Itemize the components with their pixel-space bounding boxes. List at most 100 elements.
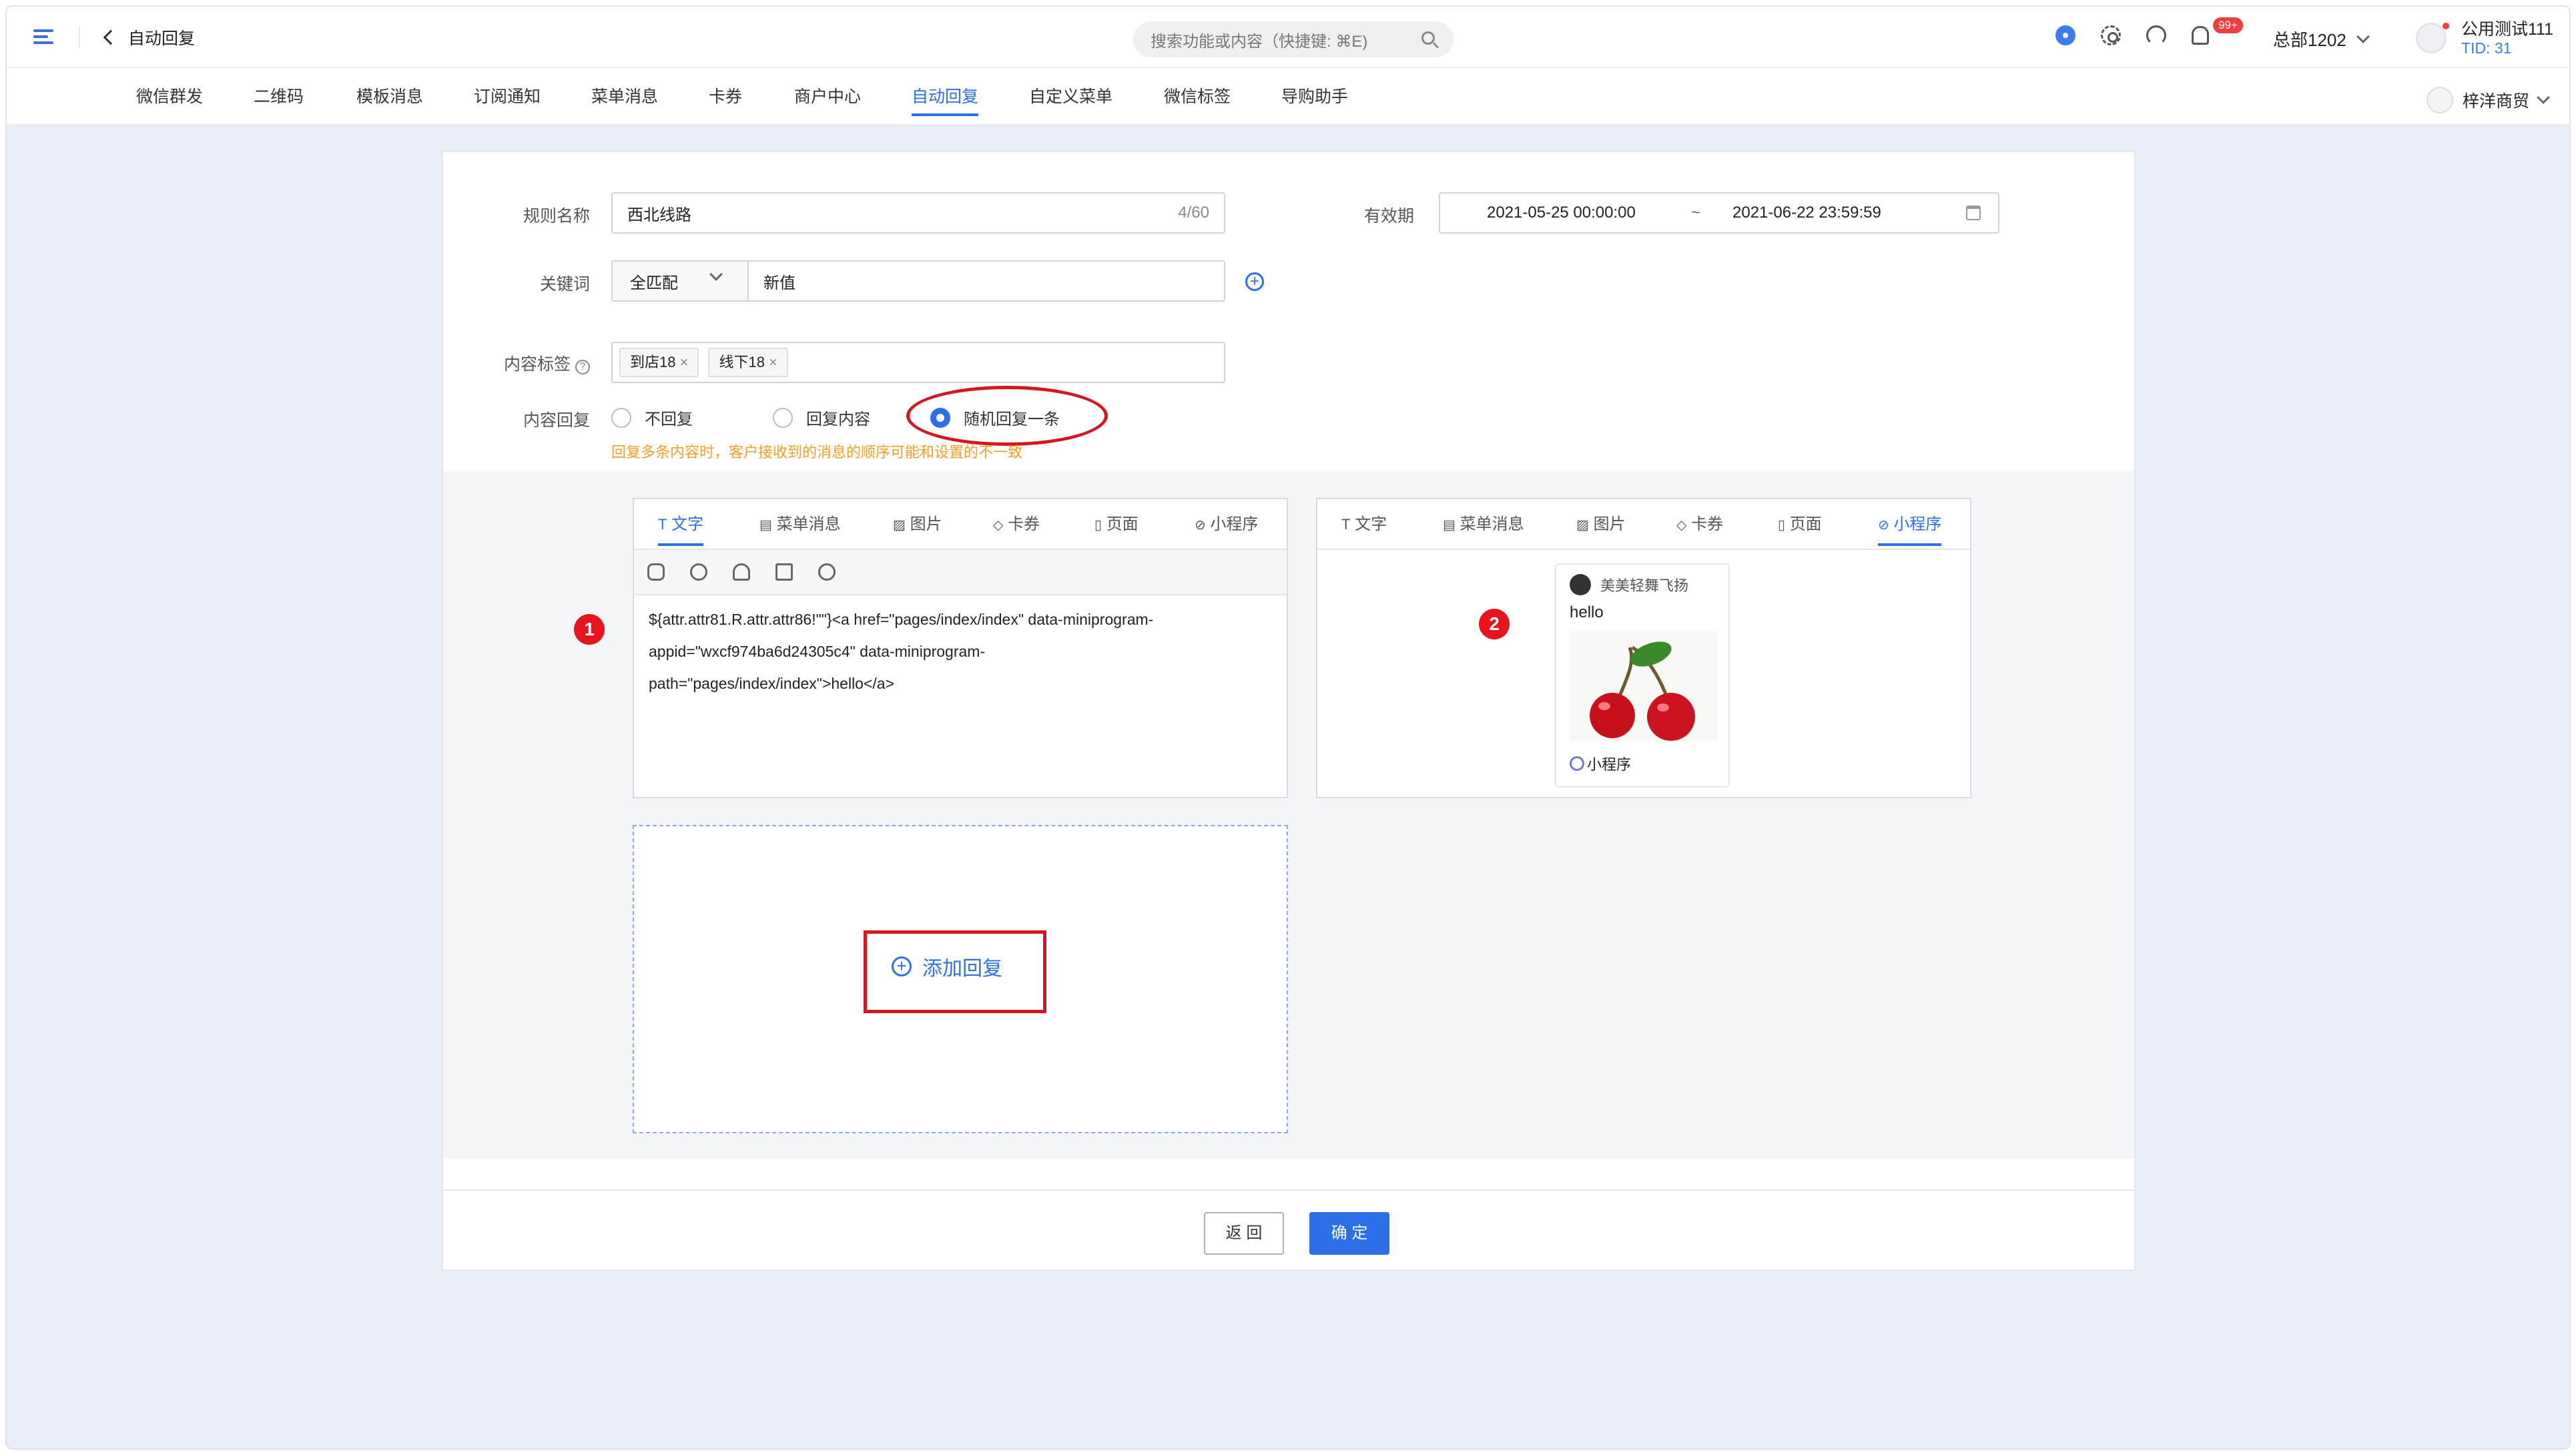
hamburger-menu-icon[interactable] xyxy=(33,27,53,47)
search-icon[interactable] xyxy=(1421,31,1435,45)
tab-text[interactable]: T 文字 xyxy=(1341,499,1387,550)
reply-hint: 回复多条内容时，客户接收到的消息的顺序可能和设置的不一致 xyxy=(611,444,1023,461)
notification-badge: 99+ xyxy=(2213,17,2243,33)
back-action-button[interactable]: 返 回 xyxy=(1204,1212,1284,1255)
tab-text[interactable]: T 文字 xyxy=(658,499,704,550)
annotation-ellipse xyxy=(906,386,1108,446)
settings-gear-icon[interactable] xyxy=(2101,25,2121,45)
miniprogram-icon xyxy=(1570,756,1584,771)
confirm-button[interactable]: 确 定 xyxy=(1309,1212,1389,1255)
nav-tab-custom-menu[interactable]: 自定义菜单 xyxy=(1029,68,1112,125)
reply-type-tabs: T 文字 ▤ 菜单消息 ▨ 图片 ◇ 卡券 ▯ 页面 ⊘ 小程序 xyxy=(1317,499,1970,550)
nav-tab-qrcode[interactable]: 二维码 xyxy=(254,68,304,125)
reply-card-miniprogram: T 文字 ▤ 菜单消息 ▨ 图片 ◇ 卡券 ▯ 页面 ⊘ 小程序 美美轻舞飞扬 … xyxy=(1316,498,1971,798)
content-tags-input[interactable]: 到店18 × 线下18 × xyxy=(611,342,1225,383)
mp-footer: 小程序 xyxy=(1570,753,1631,774)
rule-name-input[interactable]: 西北线路 4/60 xyxy=(611,192,1225,234)
tab-miniprogram[interactable]: ⊘ 小程序 xyxy=(1195,499,1258,550)
tab-miniprogram[interactable]: ⊘ 小程序 xyxy=(1878,499,1942,550)
nav-tab-group-send[interactable]: 微信群发 xyxy=(136,68,203,125)
nav-tab-merchant[interactable]: 商户中心 xyxy=(794,68,861,125)
calendar-icon[interactable] xyxy=(1966,206,1981,220)
tab-page[interactable]: ▯ 页面 xyxy=(1778,499,1822,550)
validity-label: 有效期 xyxy=(1364,207,1415,226)
tab-coupon[interactable]: ◇ 卡券 xyxy=(1676,499,1723,550)
radio-label: 回复内容 xyxy=(806,410,870,428)
org-switcher[interactable]: 总部1202 xyxy=(2273,27,2370,51)
tab-page[interactable]: ▯ 页面 xyxy=(1094,499,1139,550)
search-box[interactable]: 搜索功能或内容（快捷键: ⌘E) xyxy=(1133,21,1454,57)
radio-circle xyxy=(773,407,793,428)
status-dot xyxy=(2443,23,2449,29)
tab-menu-msg[interactable]: ▤ 菜单消息 xyxy=(1443,499,1524,550)
add-keyword-icon[interactable]: + xyxy=(1245,272,1264,291)
mp-header: 美美轻舞飞扬 xyxy=(1570,574,1688,595)
rule-name-label: 规则名称 xyxy=(523,207,590,226)
radio-no-reply[interactable]: 不回复 xyxy=(611,406,693,429)
nav-tab-coupons[interactable]: 卡券 xyxy=(709,68,742,125)
divider xyxy=(79,27,80,48)
rule-name-value: 西北线路 xyxy=(627,206,691,224)
text-editor[interactable]: ${attr.attr81.R.attr.attr86!""}<a href="… xyxy=(649,603,1276,699)
tab-coupon[interactable]: ◇ 卡券 xyxy=(993,499,1040,550)
chevron-left-icon xyxy=(103,29,119,45)
chevron-down-icon xyxy=(709,268,723,281)
app-window: 自动回复 搜索功能或内容（快捷键: ⌘E) 99+ 总部1202 公用测试111… xyxy=(5,5,2571,1450)
tag-chip: 线下18 × xyxy=(708,348,788,377)
nav-tab-wechat-tags[interactable]: 微信标签 xyxy=(1164,68,1231,125)
chevron-down-icon xyxy=(2356,29,2370,43)
nav-tab-subscribe[interactable]: 订阅通知 xyxy=(474,68,541,125)
miniprogram-card-preview[interactable]: 美美轻舞飞扬 hello 小程序 xyxy=(1555,563,1730,788)
mp-footer-label: 小程序 xyxy=(1587,756,1632,773)
content-tags-label: 内容标签 ? xyxy=(470,351,590,375)
form-icon[interactable] xyxy=(775,563,793,581)
user-info[interactable]: 公用测试111 TID: 31 xyxy=(2461,20,2553,57)
char-counter: 4/60 xyxy=(1178,204,1209,222)
user-name: 公用测试111 xyxy=(2461,20,2554,39)
close-icon[interactable]: × xyxy=(680,354,689,370)
app-center-icon[interactable] xyxy=(2055,25,2075,45)
help-icon[interactable]: ? xyxy=(575,360,590,374)
nav-tab-template-msg[interactable]: 模板消息 xyxy=(356,68,423,125)
add-reply-dropzone[interactable]: + 添加回复 xyxy=(633,825,1288,1133)
notification-bell-icon[interactable] xyxy=(2192,26,2209,45)
reply-type-label: 内容回复 xyxy=(523,411,590,430)
nav-tab-shopping-guide[interactable]: 导购助手 xyxy=(1281,68,1348,125)
editor-toolbar xyxy=(634,550,1287,595)
tab-menu-msg[interactable]: ▤ 菜单消息 xyxy=(759,499,841,550)
link-icon[interactable] xyxy=(647,563,665,581)
date-range-picker[interactable]: 2021-05-25 00:00:00 ~ 2021-06-22 23:59:5… xyxy=(1439,192,1999,234)
back-button[interactable]: 自动回复 xyxy=(103,21,195,53)
store-switcher[interactable]: 梓洋商贸 xyxy=(2427,87,2550,113)
user-icon[interactable] xyxy=(733,563,750,581)
user-tid: TID: 31 xyxy=(2461,39,2512,57)
keyword-value: 新值 xyxy=(763,274,795,292)
store-logo xyxy=(2427,87,2453,113)
annotation-rectangle xyxy=(864,930,1046,1013)
nav-tab-menu-msg[interactable]: 菜单消息 xyxy=(591,68,658,125)
mp-title: hello xyxy=(1570,603,1604,621)
emoji-icon[interactable] xyxy=(818,563,836,581)
rule-editor-panel: 规则名称 西北线路 4/60 有效期 2021-05-25 00:00:00 ~… xyxy=(442,151,2136,1271)
tab-image[interactable]: ▨ 图片 xyxy=(893,499,942,550)
date-end: 2021-06-22 23:59:59 xyxy=(1732,204,1881,222)
match-type-select[interactable]: 全匹配 xyxy=(611,260,749,302)
mp-name: 美美轻舞飞扬 xyxy=(1600,577,1689,594)
close-icon[interactable]: × xyxy=(769,354,777,370)
mp-logo-icon xyxy=(1570,574,1591,595)
miniprogram-icon[interactable] xyxy=(690,563,707,581)
keyword-label: 关键词 xyxy=(539,275,590,294)
tab-image[interactable]: ▨ 图片 xyxy=(1576,499,1626,550)
radio-label: 不回复 xyxy=(645,410,693,428)
nav-tab-auto-reply[interactable]: 自动回复 xyxy=(912,68,979,125)
headset-support-icon[interactable] xyxy=(2146,25,2166,45)
avatar[interactable] xyxy=(2416,23,2447,53)
match-type-value: 全匹配 xyxy=(630,274,678,292)
keyword-input[interactable]: 新值 xyxy=(747,260,1225,302)
reply-content-area: T 文字 ▤ 菜单消息 ▨ 图片 ◇ 卡券 ▯ 页面 ⊘ 小程序 ${attr.… xyxy=(443,471,2134,1159)
radio-reply-content[interactable]: 回复内容 xyxy=(773,406,870,429)
reply-type-tabs: T 文字 ▤ 菜单消息 ▨ 图片 ◇ 卡券 ▯ 页面 ⊘ 小程序 xyxy=(634,499,1287,550)
chevron-down-icon xyxy=(2537,91,2550,104)
reply-card-text: T 文字 ▤ 菜单消息 ▨ 图片 ◇ 卡券 ▯ 页面 ⊘ 小程序 ${attr.… xyxy=(633,498,1288,798)
module-nav: 微信群发 二维码 模板消息 订阅通知 菜单消息 卡券 商户中心 自动回复 自定义… xyxy=(7,68,2569,125)
